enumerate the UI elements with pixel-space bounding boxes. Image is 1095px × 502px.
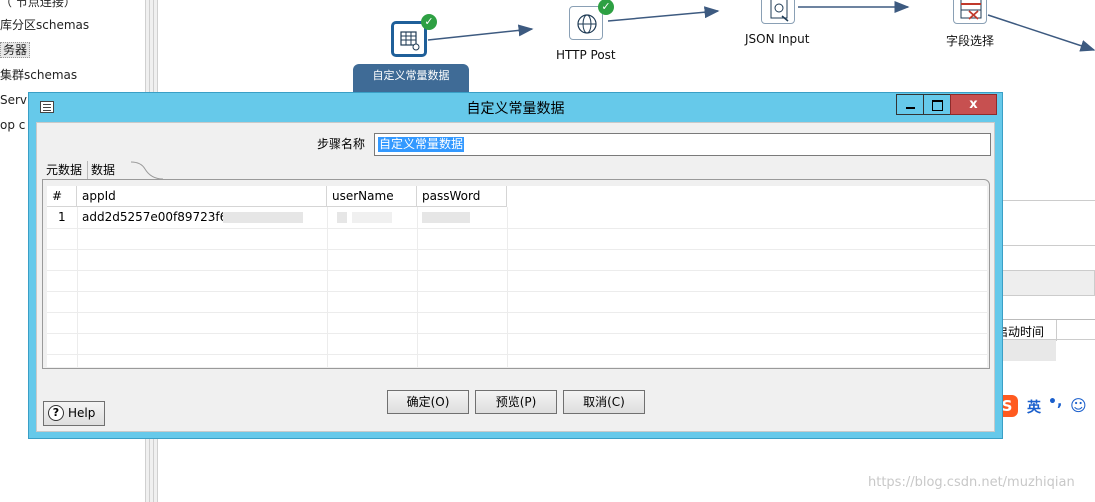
tree-item[interactable]: op c <box>0 115 25 135</box>
watermark: https://blog.csdn.net/muzhiqian <box>868 475 1075 490</box>
preview-button[interactable]: 预览(P) <box>475 390 557 414</box>
step-name-value: 自定义常量数据 <box>378 137 465 152</box>
step-http-post[interactable] <box>569 6 603 40</box>
tree-item-selected[interactable]: 务器 <box>0 40 31 60</box>
dialog-titlebar[interactable]: 自定义常量数据 x <box>29 93 1002 120</box>
tree-item[interactable]: 库分区schemas <box>0 15 89 35</box>
close-button[interactable]: x <box>950 94 997 115</box>
help-button[interactable]: ? Help <box>43 401 105 426</box>
step-label: JSON Input <box>745 32 810 46</box>
help-label: Help <box>68 406 96 420</box>
json-file-icon <box>770 0 789 22</box>
cell-username[interactable] <box>327 207 332 228</box>
tree-item[interactable]: Servi <box>0 90 30 110</box>
minimize-button[interactable] <box>896 94 924 115</box>
cancel-button[interactable]: 取消(C) <box>563 390 645 414</box>
results-toolbar <box>990 270 1095 296</box>
column-header-username[interactable]: userName <box>327 186 417 207</box>
step-name-label: 步骤名称 <box>317 137 366 151</box>
check-icon: ✓ <box>421 14 437 30</box>
row-index: 1 <box>58 210 66 224</box>
constant-data-dialog: 自定义常量数据 x 步骤名称 自定义常量数据 元数据 数据 # appId us… <box>28 92 1003 439</box>
hop-arrow <box>987 14 1095 52</box>
tab-edge <box>131 161 164 180</box>
redacted-text <box>422 212 470 223</box>
step-select-values[interactable] <box>953 0 987 24</box>
column-header-password[interactable]: passWord <box>417 186 507 207</box>
ime-language-toggle[interactable]: 英 <box>1027 397 1041 417</box>
tab-data[interactable]: 数据 <box>87 161 131 181</box>
field-select-icon <box>960 0 982 20</box>
tree-item[interactable]: 集群schemas <box>0 65 77 85</box>
column-header-appid[interactable]: appId <box>77 186 327 207</box>
results-header-row: 启动时间 <box>990 319 1095 341</box>
cell-appid[interactable]: add2d5257e00f89723f69 <box>77 207 235 228</box>
data-tab-panel: # appId userName passWord 1 add2d5257e00… <box>42 179 990 369</box>
ime-punctuation-toggle[interactable]: •, <box>1048 394 1062 410</box>
step-label: HTTP Post <box>556 48 616 62</box>
dialog-title: 自定义常量数据 <box>466 101 565 117</box>
step-json-input[interactable] <box>761 0 795 24</box>
redacted-text <box>352 212 392 223</box>
data-grid[interactable]: # appId userName passWord 1 add2d5257e00… <box>47 186 987 367</box>
emoji-icon[interactable]: ☺ <box>1070 396 1087 415</box>
tab-metadata[interactable]: 元数据 <box>43 161 87 181</box>
step-label-selected[interactable]: 自定义常量数据 <box>353 64 469 92</box>
step-label: 字段选择 <box>946 34 995 48</box>
redacted-text <box>337 212 347 223</box>
redacted-text <box>223 212 303 223</box>
hop-arrow <box>427 24 534 41</box>
tree-item[interactable]: （ 节点连接） <box>0 0 76 12</box>
ok-button[interactable]: 确定(O) <box>387 390 469 414</box>
grid-table-icon <box>400 31 420 51</box>
dialog-body: 步骤名称 自定义常量数据 元数据 数据 # appId userName pas… <box>36 122 995 432</box>
column-header-index[interactable]: # <box>47 186 77 207</box>
hop-arrow <box>607 6 720 22</box>
help-icon: ? <box>48 405 64 421</box>
ime-toolbar[interactable]: S 英 •, ☺ <box>994 392 1095 420</box>
column-header: 启动时间 <box>996 325 1045 339</box>
step-name-input[interactable]: 自定义常量数据 <box>374 133 991 156</box>
maximize-button[interactable] <box>923 94 951 115</box>
